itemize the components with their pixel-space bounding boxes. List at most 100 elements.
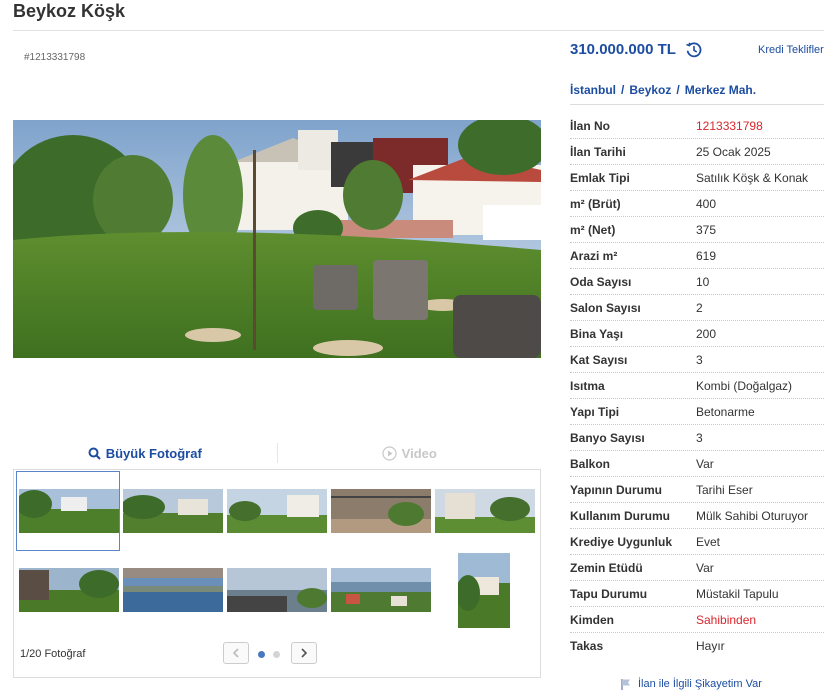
- detail-value: Hayır: [696, 639, 725, 653]
- history-icon[interactable]: [685, 41, 703, 59]
- detail-value[interactable]: Sahibinden: [696, 613, 756, 627]
- breadcrumb-divider: [570, 104, 824, 105]
- search-icon: [88, 447, 101, 460]
- detail-label: Salon Sayısı: [570, 301, 641, 315]
- price: 310.000.000 TL: [570, 41, 676, 58]
- detail-row: Kat Sayısı 3: [570, 347, 824, 373]
- detail-row: Salon Sayısı 2: [570, 295, 824, 321]
- breadcrumb-district[interactable]: Beykoz: [629, 83, 671, 97]
- breadcrumb-separator: /: [676, 83, 680, 97]
- thumbnail[interactable]: [123, 568, 223, 612]
- title-divider: [13, 30, 824, 31]
- thumbnail[interactable]: [19, 489, 119, 533]
- detail-label: Yapının Durumu: [570, 483, 663, 497]
- detail-label: Arazi m²: [570, 249, 618, 263]
- detail-row: İlan Tarihi 25 Ocak 2025: [570, 139, 824, 165]
- detail-value: Mülk Sahibi Oturuyor: [696, 509, 809, 523]
- play-icon: [382, 445, 397, 461]
- detail-row: Yapının Durumu Tarihi Eser: [570, 477, 824, 503]
- detail-value: Kombi (Doğalgaz): [696, 379, 793, 393]
- detail-value: Müstakil Tapulu: [696, 587, 779, 601]
- detail-row: Kimden Sahibinden: [570, 607, 824, 633]
- detail-label: Isıtma: [570, 379, 605, 393]
- thumbnail[interactable]: [19, 568, 119, 612]
- photo-counter: 1/20 Fotoğraf: [20, 648, 86, 660]
- detail-row: Zemin Etüdü Var: [570, 555, 824, 581]
- prev-photo-button[interactable]: [223, 642, 249, 664]
- detail-value: 375: [696, 223, 717, 237]
- detail-label: m² (Brüt): [570, 197, 621, 211]
- detail-label: Kimden: [570, 613, 615, 627]
- media-tabs: Büyük Fotoğraf Video: [13, 437, 541, 470]
- breadcrumb-city[interactable]: İstanbul: [570, 83, 616, 97]
- detail-row: Arazi m² 619: [570, 243, 824, 269]
- detail-row: Tapu Durumu Müstakil Tapulu: [570, 581, 824, 607]
- complaint-label: İlan ile İlgili Şikayetim Var: [638, 678, 762, 690]
- tab-video[interactable]: Video: [278, 437, 542, 469]
- pager-dot-active[interactable]: [258, 651, 265, 658]
- detail-row: Bina Yaşı 200: [570, 321, 824, 347]
- detail-row: m² (Net) 375: [570, 217, 824, 243]
- detail-row: Takas Hayır: [570, 633, 824, 659]
- credit-offers-link[interactable]: Kredi Teklifleri: [758, 44, 824, 56]
- breadcrumb: İstanbul / Beykoz / Merkez Mah.: [570, 83, 756, 97]
- detail-value: 1213331798: [696, 119, 763, 133]
- detail-row: Kullanım Durumu Mülk Sahibi Oturuyor: [570, 503, 824, 529]
- detail-row: Krediye Uygunluk Evet: [570, 529, 824, 555]
- detail-row: m² (Brüt) 400: [570, 191, 824, 217]
- detail-label: Kat Sayısı: [570, 353, 628, 367]
- detail-row: Oda Sayısı 10: [570, 269, 824, 295]
- detail-label: Oda Sayısı: [570, 275, 632, 289]
- complaint-link[interactable]: İlan ile İlgili Şikayetim Var: [620, 678, 762, 690]
- thumbnail[interactable]: [123, 489, 223, 533]
- detail-label: Banyo Sayısı: [570, 431, 645, 445]
- detail-value: Evet: [696, 535, 721, 549]
- pager-dot[interactable]: [273, 651, 280, 658]
- detail-label: Takas: [570, 639, 604, 653]
- detail-label: Tapu Durumu: [570, 587, 648, 601]
- detail-value: Betonarme: [696, 405, 755, 419]
- breadcrumb-separator: /: [621, 83, 625, 97]
- tab-video-label: Video: [401, 445, 437, 461]
- detail-label: Bina Yaşı: [570, 327, 624, 341]
- detail-value: 3: [696, 431, 703, 445]
- detail-value: Tarihi Eser: [696, 483, 753, 497]
- thumbnail[interactable]: [227, 568, 327, 612]
- tab-large-photo-label: Büyük Fotoğraf: [105, 445, 202, 461]
- detail-value: 3: [696, 353, 703, 367]
- detail-row: Banyo Sayısı 3: [570, 425, 824, 451]
- main-photo[interactable]: [13, 120, 541, 358]
- thumbnail[interactable]: [331, 489, 431, 533]
- thumbnail-panel: 1/20 Fotoğraf: [13, 470, 541, 678]
- detail-value: 2: [696, 301, 703, 315]
- detail-label: Balkon: [570, 457, 611, 471]
- detail-value: 10: [696, 275, 710, 289]
- detail-row: Balkon Var: [570, 451, 824, 477]
- detail-label: m² (Net): [570, 223, 616, 237]
- next-photo-button[interactable]: [291, 642, 317, 664]
- detail-value: Var: [696, 561, 714, 575]
- flag-icon: [621, 679, 630, 690]
- detail-value: 619: [696, 249, 717, 263]
- detail-row: İlan No 1213331798: [570, 113, 824, 139]
- tab-large-photo[interactable]: Büyük Fotoğraf: [13, 437, 277, 469]
- detail-value: Var: [696, 457, 714, 471]
- detail-value: Satılık Köşk & Konak: [696, 171, 809, 185]
- detail-row: Yapı Tipi Betonarme: [570, 399, 824, 425]
- detail-label: Yapı Tipi: [570, 405, 620, 419]
- detail-value: 400: [696, 197, 717, 211]
- detail-label: Zemin Etüdü: [570, 561, 643, 575]
- detail-label: İlan No: [570, 119, 611, 133]
- detail-row: Isıtma Kombi (Doğalgaz): [570, 373, 824, 399]
- thumbnail[interactable]: [331, 568, 431, 612]
- chevron-left-icon: [232, 648, 239, 658]
- thumbnail[interactable]: [227, 489, 327, 533]
- breadcrumb-neighborhood[interactable]: Merkez Mah.: [685, 83, 756, 97]
- detail-row: Emlak Tipi Satılık Köşk & Konak: [570, 165, 824, 191]
- detail-label: Krediye Uygunluk: [570, 535, 673, 549]
- thumbnail[interactable]: [435, 489, 535, 533]
- thumbnail[interactable]: [458, 553, 510, 628]
- detail-label: Emlak Tipi: [570, 171, 630, 185]
- detail-value: 25 Ocak 2025: [696, 145, 771, 159]
- listing-title: Beykoz Köşk: [13, 1, 126, 21]
